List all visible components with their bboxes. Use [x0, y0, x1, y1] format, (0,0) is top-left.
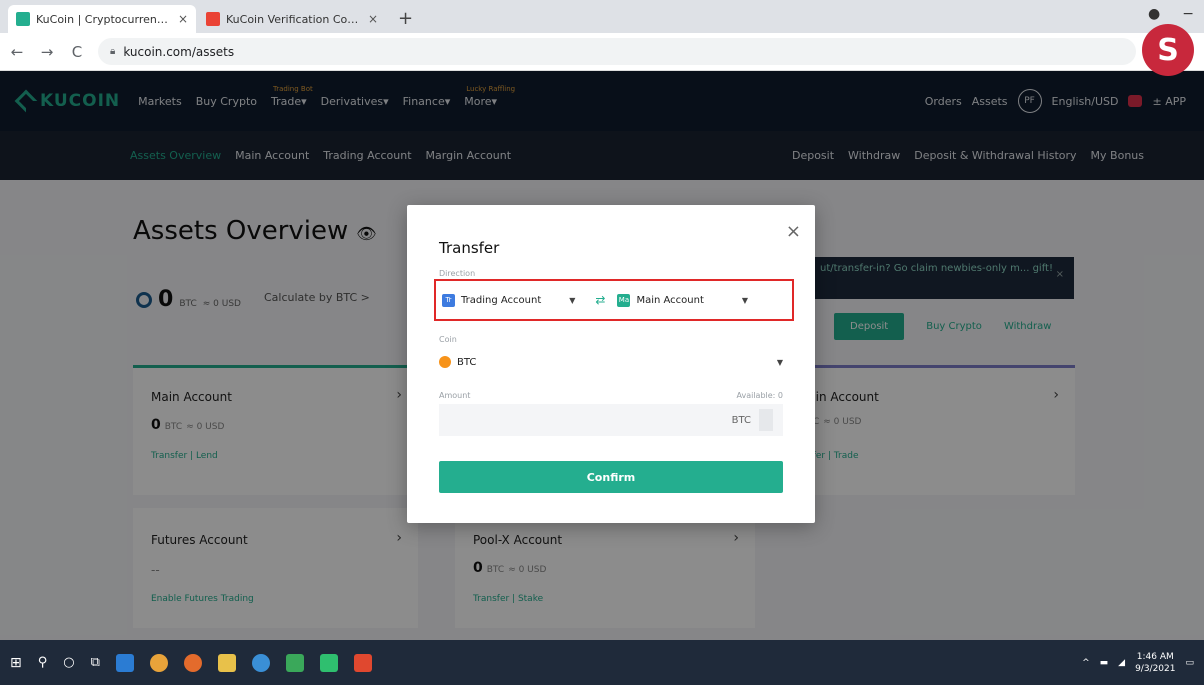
available-balance: Available: 0: [736, 391, 783, 400]
direction-selector: Tr Trading Account ▼ ⇄ Ma Main Account ▼: [434, 279, 794, 321]
back-button[interactable]: ←: [8, 43, 26, 61]
minimize-icon[interactable]: −: [1182, 6, 1194, 22]
forward-button[interactable]: →: [38, 43, 56, 61]
caret-down-icon: ▼: [741, 295, 749, 305]
amount-label: Amount: [439, 391, 471, 400]
main-account-icon: Ma: [617, 293, 631, 307]
to-account-select[interactable]: Ma Main Account ▼: [617, 293, 749, 307]
caret-down-icon: ▼: [776, 357, 783, 367]
close-tab-icon[interactable]: ×: [178, 12, 188, 26]
dialog-title: Transfer: [439, 239, 500, 257]
caret-down-icon: ▼: [569, 295, 576, 305]
volume-icon[interactable]: ◢: [1118, 658, 1125, 668]
url-text: kucoin.com/assets: [123, 44, 235, 59]
transfer-dialog: Transfer × Direction Tr Trading Account …: [407, 205, 815, 523]
cortana-icon[interactable]: ○: [63, 655, 74, 670]
url-field[interactable]: 🔒︎ kucoin.com/assets: [98, 38, 1136, 65]
edge-icon[interactable]: [115, 653, 134, 672]
chevron-up-icon[interactable]: ^: [1082, 658, 1090, 668]
swap-icon[interactable]: ⇄: [595, 293, 605, 307]
store-icon[interactable]: [285, 653, 304, 672]
kucoin-favicon-icon: [16, 12, 30, 26]
file-explorer-icon[interactable]: [217, 653, 236, 672]
windows-taskbar: ⊞ ⚲ ○ ⧉ ^ ▬ ◢ 1:46 AM 9/3/2021 ▭: [0, 640, 1204, 685]
chrome-icon[interactable]: [149, 653, 168, 672]
reload-button[interactable]: C: [68, 43, 86, 61]
camtasia-icon[interactable]: [319, 653, 338, 672]
btc-icon: [439, 356, 451, 368]
coin-label: Coin: [439, 335, 457, 344]
search-icon[interactable]: ⚲: [38, 655, 48, 670]
trading-account-icon: Tr: [442, 293, 455, 307]
watermark-logo: S: [1142, 24, 1194, 76]
from-account-select[interactable]: Tr Trading Account ▼: [442, 293, 576, 307]
window-controls: ● −: [1148, 6, 1194, 22]
recorder-icon[interactable]: [353, 653, 372, 672]
lock-icon: 🔒︎: [110, 46, 116, 57]
close-icon[interactable]: ×: [786, 221, 801, 242]
clock[interactable]: 1:46 AM 9/3/2021: [1135, 651, 1175, 675]
amount-stepper[interactable]: [759, 409, 773, 431]
browser-tab-gmail[interactable]: KuCoin Verification Code - phar... ×: [198, 5, 386, 33]
close-tab-icon[interactable]: ×: [368, 12, 378, 26]
task-view-icon[interactable]: ⧉: [91, 655, 100, 670]
browser-tab-kucoin[interactable]: KuCoin | Cryptocurrency Exchan... ×: [8, 5, 196, 33]
network-icon[interactable]: ▬: [1100, 658, 1109, 668]
windows-start-icon[interactable]: ⊞: [10, 655, 22, 671]
tab-title: KuCoin Verification Code - phar...: [226, 12, 362, 26]
coin-select[interactable]: BTC ▼: [439, 349, 783, 375]
tab-title: KuCoin | Cryptocurrency Exchan...: [36, 12, 172, 26]
app-icon[interactable]: [251, 653, 270, 672]
new-tab-button[interactable]: +: [388, 8, 423, 33]
direction-label: Direction: [439, 269, 476, 278]
browser-tab-bar: KuCoin | Cryptocurrency Exchan... × KuCo…: [0, 0, 1204, 33]
amount-input[interactable]: BTC: [439, 404, 783, 436]
notification-icon[interactable]: ▭: [1185, 658, 1194, 668]
address-bar: ← → C 🔒︎ kucoin.com/assets: [0, 33, 1204, 71]
system-tray: ^ ▬ ◢ 1:46 AM 9/3/2021 ▭: [1082, 651, 1194, 675]
firefox-icon[interactable]: [183, 653, 202, 672]
profile-icon[interactable]: ●: [1148, 6, 1160, 22]
gmail-favicon-icon: [206, 12, 220, 26]
confirm-button[interactable]: Confirm: [439, 461, 783, 493]
